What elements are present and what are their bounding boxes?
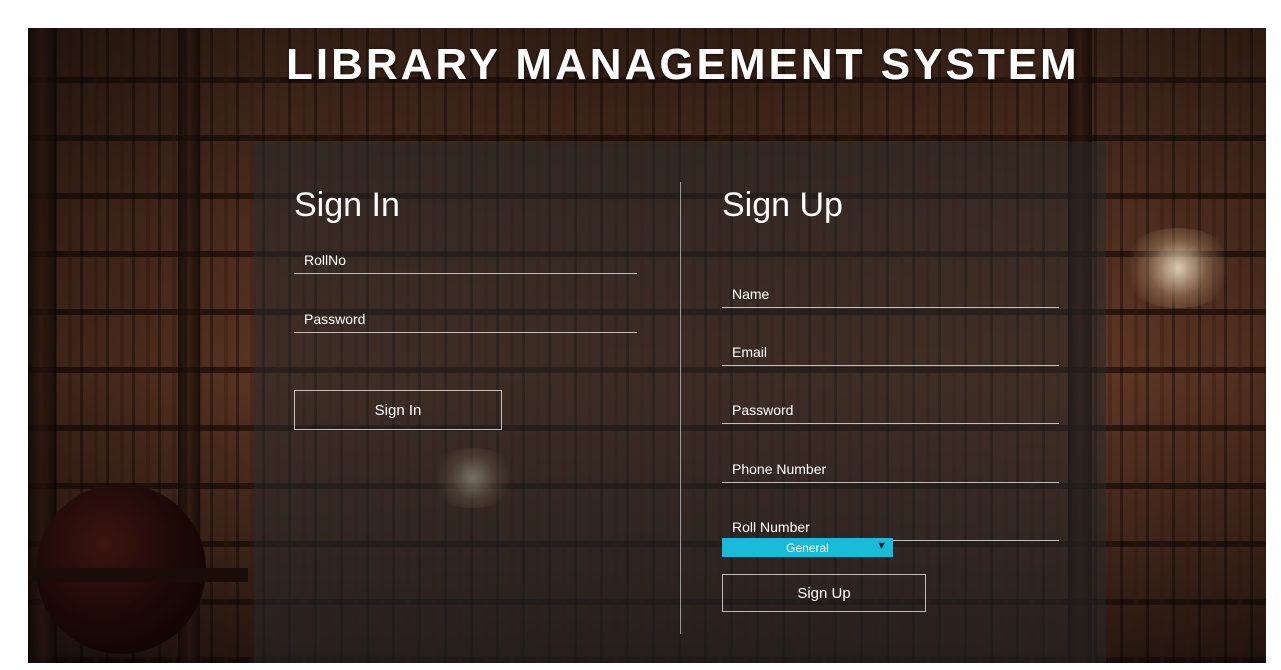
globe-stand <box>28 568 248 582</box>
category-select-value: General <box>786 540 829 555</box>
category-select[interactable]: General ▼ <box>722 538 893 557</box>
light-glow <box>1118 228 1238 308</box>
chevron-down-icon: ▼ <box>876 540 887 552</box>
page-title: LIBRARY MANAGEMENT SYSTEM <box>286 40 1080 89</box>
signup-button[interactable]: Sign Up <box>722 574 926 612</box>
